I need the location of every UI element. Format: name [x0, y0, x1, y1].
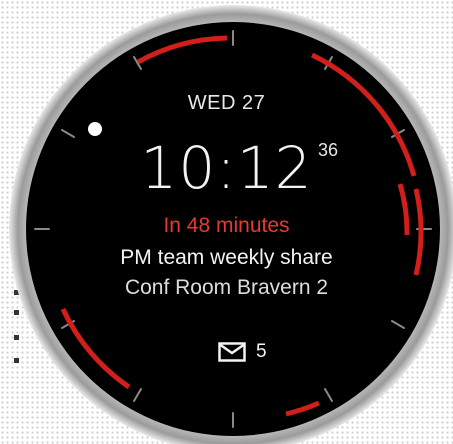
event-title: PM team weekly share — [120, 246, 333, 269]
date-label: WED 27 — [187, 92, 266, 114]
time-label: 10:12 — [140, 134, 313, 202]
seconds-label: 36 — [318, 140, 339, 160]
mail-notification[interactable]: 5 — [218, 340, 270, 364]
time-display: 10:12 — [0, 134, 453, 204]
event-location: Conf Room Bravern 2 — [124, 276, 329, 299]
watch-content: WED 27 10:12 36 In 48 minutes PM team we… — [0, 0, 453, 444]
mail-count: 5 — [256, 341, 267, 362]
mail-icon — [218, 342, 246, 362]
event-countdown: In 48 minutes — [163, 214, 290, 237]
